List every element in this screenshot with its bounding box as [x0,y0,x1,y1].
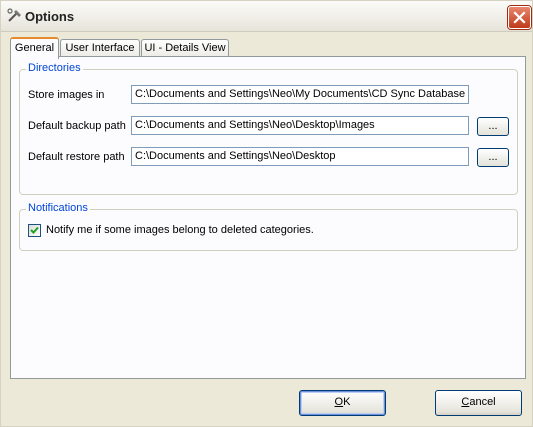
restore-path-label: Default restore path [28,151,125,163]
store-images-label: Store images in [28,89,105,101]
restore-path-input[interactable]: C:\Documents and Settings\Neo\Desktop [131,147,469,166]
checkmark-icon [30,226,39,234]
ok-mnemonic: O [334,396,344,408]
notify-deleted-categories-label: Notify me if some images belong to delet… [46,224,314,236]
backup-browse-button[interactable]: ... [477,117,509,136]
window-title: Options [25,9,75,24]
notifications-legend: Notifications [26,202,90,214]
close-button[interactable] [508,6,531,29]
tab-general[interactable]: General [10,37,59,59]
notifications-group: Notifications Notify me if some images b… [19,202,518,251]
backup-path-input[interactable]: C:\Documents and Settings\Neo\Desktop\Im… [131,116,469,135]
restore-browse-button[interactable]: ... [477,148,509,167]
tools-icon [7,8,23,24]
cancel-button[interactable]: Cancel [435,390,522,416]
cancel-label-rest: ancel [469,396,496,408]
options-dialog: Options General User Interface UI - Deta… [0,0,533,427]
notify-deleted-categories-checkbox[interactable] [28,224,41,237]
title-bar[interactable]: Options [1,1,532,32]
close-icon [513,11,526,24]
ok-label-rest: K [343,396,351,408]
tab-ui-details-view[interactable]: UI - Details View [141,39,229,57]
general-tab-panel: Directories Store images in C:\Documents… [10,56,526,379]
store-images-input[interactable]: C:\Documents and Settings\Neo\My Documen… [131,85,469,104]
directories-group: Directories Store images in C:\Documents… [19,62,518,195]
tab-user-interface[interactable]: User Interface [60,39,140,57]
directories-legend: Directories [26,62,83,74]
ok-button[interactable]: OK [299,390,386,416]
backup-path-label: Default backup path [28,120,126,132]
